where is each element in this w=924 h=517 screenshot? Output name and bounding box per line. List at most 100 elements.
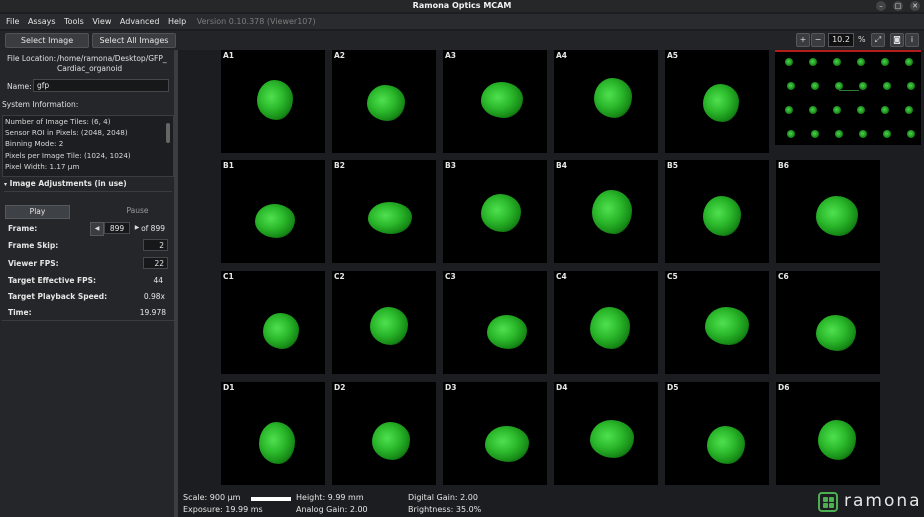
thumbnail-well [811,130,819,138]
organoid-image [370,307,408,345]
menu-file[interactable]: File [6,14,19,29]
tile-label: A1 [223,51,235,60]
file-location-value: /home/ramona/Desktop/GFP_ [57,54,167,63]
play-button[interactable]: Play [5,205,70,219]
image-tile-d2[interactable]: D2 [332,382,436,485]
tile-label: A3 [445,51,457,60]
organoid-image [368,202,412,234]
thumbnail-well [811,82,819,90]
height-readout: Height: 9.99 mm [296,493,364,502]
thumbnail-well [785,58,793,66]
title-bar: Ramona Optics MCAM – □ ✕ [0,0,924,12]
frame-skip-input[interactable]: 2 [143,239,168,251]
tile-label: D6 [778,383,790,392]
frame-total: of 899 [141,224,165,233]
select-image-subset-button[interactable]: Select Image Subset [5,33,89,58]
frame-prev-icon[interactable]: ◀ [90,222,104,236]
camera-icon[interactable]: ◙ [890,33,904,47]
time-value: 19.978 [139,308,166,317]
image-tile-d4[interactable]: D4 [554,382,658,485]
tile-label: B3 [445,161,456,170]
image-tile-b3[interactable]: B3 [443,160,547,263]
brand-name: ramona [844,491,922,511]
tile-label: B1 [223,161,234,170]
menu-assays[interactable]: Assays [28,14,56,29]
tile-label: D2 [334,383,346,392]
image-tile-b4[interactable]: B4 [554,160,658,263]
thumbnail-well [883,130,891,138]
image-tile-b2[interactable]: B2 [332,160,436,263]
organoid-image [481,194,521,232]
organoid-image [592,190,632,234]
maximize-icon[interactable]: □ [893,1,903,11]
image-tile-b5[interactable]: B5 [665,160,769,263]
menu-view[interactable]: View [92,14,111,29]
image-tile-b6[interactable]: B6 [776,160,880,263]
image-tile-a1[interactable]: A1 [221,50,325,153]
organoid-image [705,307,749,345]
fit-screen-icon[interactable]: ⤢ [871,33,885,47]
tile-label: A5 [667,51,679,60]
organoid-image [372,422,410,460]
tile-label: B5 [667,161,678,170]
close-icon[interactable]: ✕ [910,1,920,11]
image-tile-c5[interactable]: C5 [665,271,769,374]
thumbnail-well [857,58,865,66]
select-all-images-button[interactable]: Select All Images [92,33,176,48]
image-tile-a3[interactable]: A3 [443,50,547,153]
zoom-in-icon[interactable]: + [796,33,810,47]
name-input[interactable]: gfp [33,79,169,92]
tile-label: B2 [334,161,345,170]
system-info-line: Sensor ROI in Pixels: (2048, 2048) [5,128,128,138]
tile-label: C1 [223,272,234,281]
image-tile-c3[interactable]: C3 [443,271,547,374]
zoom-unit: % [858,35,866,44]
image-tile-c2[interactable]: C2 [332,271,436,374]
organoid-image [590,420,634,458]
organoid-image [816,196,858,236]
menu-tools[interactable]: Tools [64,14,84,29]
image-tile-d5[interactable]: D5 [665,382,769,485]
image-tile-a5[interactable]: A5 [665,50,769,153]
scale-readout: Scale: 900 µm [183,493,241,502]
image-tile-d1[interactable]: D1 [221,382,325,485]
menu-help[interactable]: Help [168,14,186,29]
system-info-scrollbar[interactable] [166,123,170,143]
frame-input[interactable]: 899 [104,222,130,234]
thumbnail-well [907,82,915,90]
menu-advanced[interactable]: Advanced [120,14,160,29]
image-tile-a2[interactable]: A2 [332,50,436,153]
zoom-out-icon[interactable]: − [811,33,825,47]
system-info-line: Binning Mode: 2 [5,139,64,149]
zoom-input[interactable]: 10.2 [828,33,854,47]
tile-label: C2 [334,272,345,281]
system-info-line: Pixel Width: 1.17 µm [5,161,80,171]
thumbnail-well [833,58,841,66]
tile-label: D3 [445,383,457,392]
thumbnail-well [833,106,841,114]
system-info-box[interactable]: Number of Image Tiles: (6, 4) Sensor ROI… [2,115,174,177]
viewer-fps-input[interactable]: 22 [143,257,168,269]
overview-thumbnail[interactable] [775,50,921,145]
image-adjustments-header[interactable]: ▾ Image Adjustments (in use) [4,179,172,192]
image-tile-d6[interactable]: D6 [776,382,880,485]
organoid-image [481,82,523,118]
image-tile-c1[interactable]: C1 [221,271,325,374]
info-icon[interactable]: i [905,33,919,47]
frame-label: Frame: [8,224,38,233]
image-tile-c6[interactable]: C6 [776,271,880,374]
tile-label: B4 [556,161,567,170]
tile-label: D1 [223,383,235,392]
minimize-icon[interactable]: – [876,1,886,11]
image-tile-c4[interactable]: C4 [554,271,658,374]
time-label: Time: [8,308,32,317]
image-tile-d3[interactable]: D3 [443,382,547,485]
thumbnail-well [785,106,793,114]
image-tile-a4[interactable]: A4 [554,50,658,153]
pause-button[interactable]: Pause [110,205,165,217]
image-tile-b1[interactable]: B1 [221,160,325,263]
thumbnail-well [787,130,795,138]
organoid-image [367,85,405,121]
thumbnail-well [787,82,795,90]
thumbnail-well [809,106,817,114]
